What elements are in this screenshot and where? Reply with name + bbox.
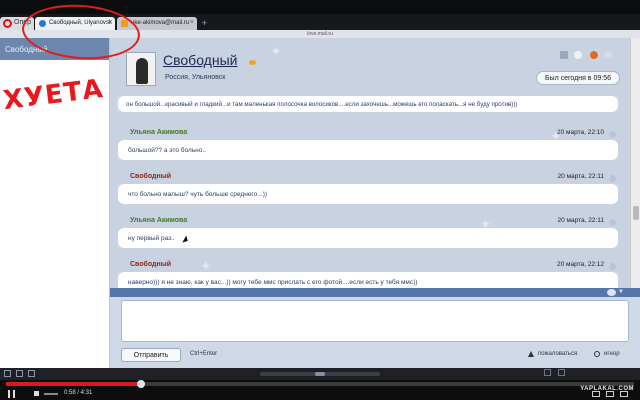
profile-location: Россия, Ульяновск	[165, 74, 226, 81]
block-icon	[594, 351, 600, 357]
message-item: Свободный 20 марта, 22:11 что больно мал…	[118, 172, 618, 204]
scrollbar-thumb[interactable]	[633, 206, 639, 220]
compose-toolbar: ▼	[110, 288, 640, 297]
pause-icon	[8, 390, 10, 398]
player-right-controls	[592, 391, 632, 397]
message-body: большой?? а это больно..	[118, 140, 618, 160]
horizontal-scrollbar[interactable]	[260, 372, 380, 376]
opera-logo-icon	[3, 19, 12, 28]
emoji-icon[interactable]	[607, 289, 616, 296]
star-decoration-icon: ✦	[270, 43, 282, 59]
message-options-icon[interactable]	[609, 131, 616, 138]
downloads-icon[interactable]	[16, 370, 23, 377]
message-header: Свободный 20 марта, 22:12	[118, 260, 618, 272]
message-options-icon[interactable]	[609, 219, 616, 226]
online-status-icon	[249, 60, 256, 65]
message-input[interactable]	[121, 300, 629, 342]
avatar-silhouette	[136, 58, 148, 84]
video-progress-bar[interactable]	[6, 380, 634, 388]
warning-icon	[528, 351, 534, 357]
gift-icon[interactable]	[574, 51, 582, 59]
message-time: 20 марта, 22:11	[557, 217, 604, 224]
video-progress-played	[6, 382, 142, 386]
volume-slider[interactable]	[44, 393, 58, 395]
chevron-down-icon[interactable]: ▼	[618, 289, 624, 295]
message-author[interactable]: Ульяна Акимова	[130, 217, 187, 224]
avatar[interactable]	[126, 52, 156, 86]
send-shortcut-hint: Ctrl+Enter	[190, 351, 218, 357]
pause-button[interactable]	[8, 390, 16, 398]
chat-scrollbar[interactable]	[630, 38, 640, 288]
status-bar-right	[544, 369, 634, 379]
volume-icon[interactable]	[34, 391, 39, 396]
message-body: что больно малыш? чуть больше среднего..…	[118, 184, 618, 204]
new-tab-button[interactable]: +	[199, 18, 210, 29]
compose-panel: ▼ Отправить Ctrl+Enter пожаловаться игно…	[110, 288, 640, 368]
complain-link[interactable]: пожаловаться	[538, 351, 577, 357]
message-item: Ульяна Акимова 20 марта, 22:11 ну первый…	[118, 216, 618, 248]
message-options-icon[interactable]	[609, 175, 616, 182]
message-author[interactable]: Ульяна Акимова	[130, 129, 187, 136]
minimize-icon[interactable]	[560, 51, 568, 59]
view-icon[interactable]	[544, 369, 551, 376]
video-time: 0:58 / 4:31	[64, 390, 93, 396]
message-time: 20 марта, 22:11	[557, 173, 604, 180]
message-header: Свободный 20 марта, 22:11	[118, 172, 618, 184]
browser-status-bar	[0, 368, 640, 380]
pause-icon	[13, 390, 15, 398]
video-progress-knob[interactable]	[137, 380, 146, 388]
video-player-controls: 0:58 / 4:31 YAPLAKAL.COM	[0, 380, 640, 400]
zoom-icon[interactable]	[558, 369, 565, 376]
close-chat-icon[interactable]	[590, 51, 598, 59]
tab-label: uke-akimova@mail.ru	[131, 20, 190, 26]
message-header: Ульяна Акимова 20 марта, 22:10	[118, 128, 618, 140]
notes-icon[interactable]	[28, 370, 35, 377]
message-body: он большой...красивый и гладкий...и там …	[118, 96, 618, 112]
message-author[interactable]: Свободный	[130, 261, 171, 268]
message-options-icon[interactable]	[609, 263, 616, 270]
message-time: 20 марта, 22:10	[557, 129, 604, 136]
send-button[interactable]: Отправить	[121, 348, 181, 362]
status-bar-left	[4, 370, 38, 378]
fullscreen-icon[interactable]	[620, 391, 628, 397]
message-body: ну первый раз..	[118, 228, 618, 248]
panel-toggle-icon[interactable]	[4, 370, 11, 377]
menu-icon[interactable]	[604, 51, 612, 59]
last-seen-badge: Был сегодня в 09:56	[535, 71, 620, 85]
ignore-link[interactable]: игнор	[604, 351, 620, 357]
message-item: Ульяна Акимова 20 марта, 22:10 большой??…	[118, 128, 618, 160]
header-toolbar	[556, 51, 616, 61]
message-header: Ульяна Акимова 20 марта, 22:11	[118, 216, 618, 228]
message-author[interactable]: Свободный	[130, 173, 171, 180]
horizontal-scrollbar-thumb[interactable]	[315, 372, 325, 376]
tab-close-icon[interactable]: ×	[190, 19, 194, 26]
message-time: 20 марта, 22:12	[557, 261, 604, 268]
theater-mode-icon[interactable]	[606, 391, 614, 397]
profile-name[interactable]: Свободный	[163, 52, 237, 68]
settings-icon[interactable]	[592, 391, 600, 397]
